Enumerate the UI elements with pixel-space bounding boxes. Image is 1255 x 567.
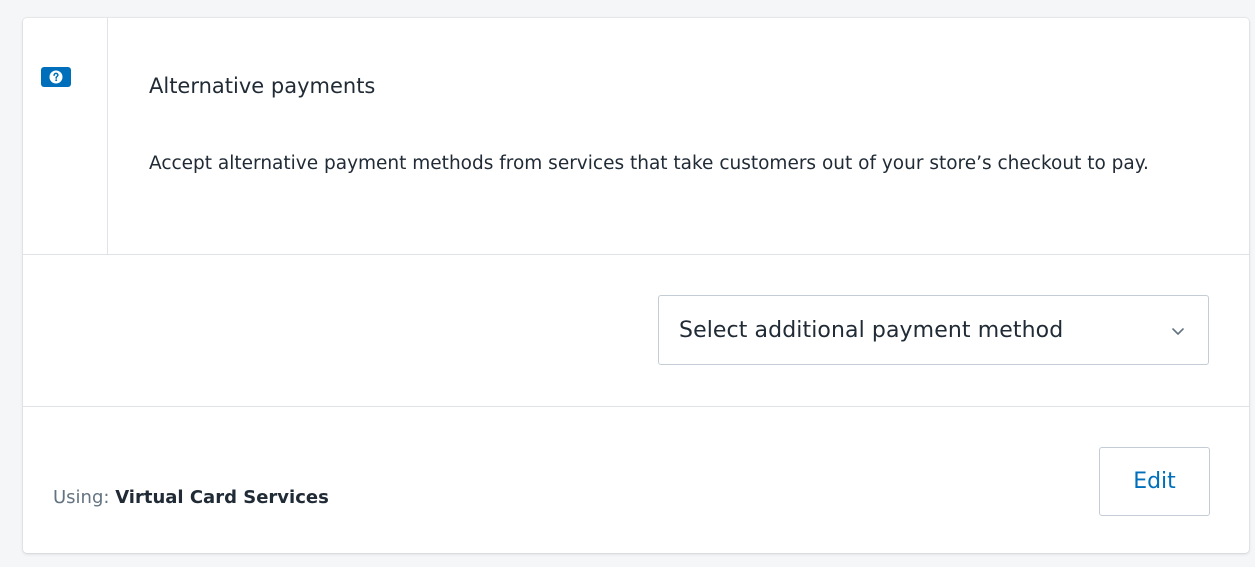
additional-payment-method-select[interactable]: Select additional payment method bbox=[658, 295, 1209, 365]
help-column bbox=[23, 18, 108, 254]
card-header-section: Alternative payments Accept alternative … bbox=[23, 18, 1249, 255]
question-circle-icon[interactable] bbox=[41, 67, 71, 87]
payment-method-section: Select additional payment method bbox=[23, 255, 1249, 407]
section-description: Accept alternative payment methods from … bbox=[149, 153, 1149, 174]
provider-status: Using: Virtual Card Services bbox=[53, 487, 329, 508]
provider-section: Using: Virtual Card Services Edit bbox=[23, 407, 1249, 553]
chevron-down-icon bbox=[1172, 328, 1184, 335]
edit-button[interactable]: Edit bbox=[1099, 447, 1210, 516]
section-title: Alternative payments bbox=[149, 74, 376, 98]
provider-name: Virtual Card Services bbox=[115, 487, 329, 508]
using-label: Using: bbox=[53, 487, 110, 508]
alternative-payments-card: Alternative payments Accept alternative … bbox=[23, 18, 1249, 553]
select-label: Select additional payment method bbox=[679, 317, 1064, 343]
